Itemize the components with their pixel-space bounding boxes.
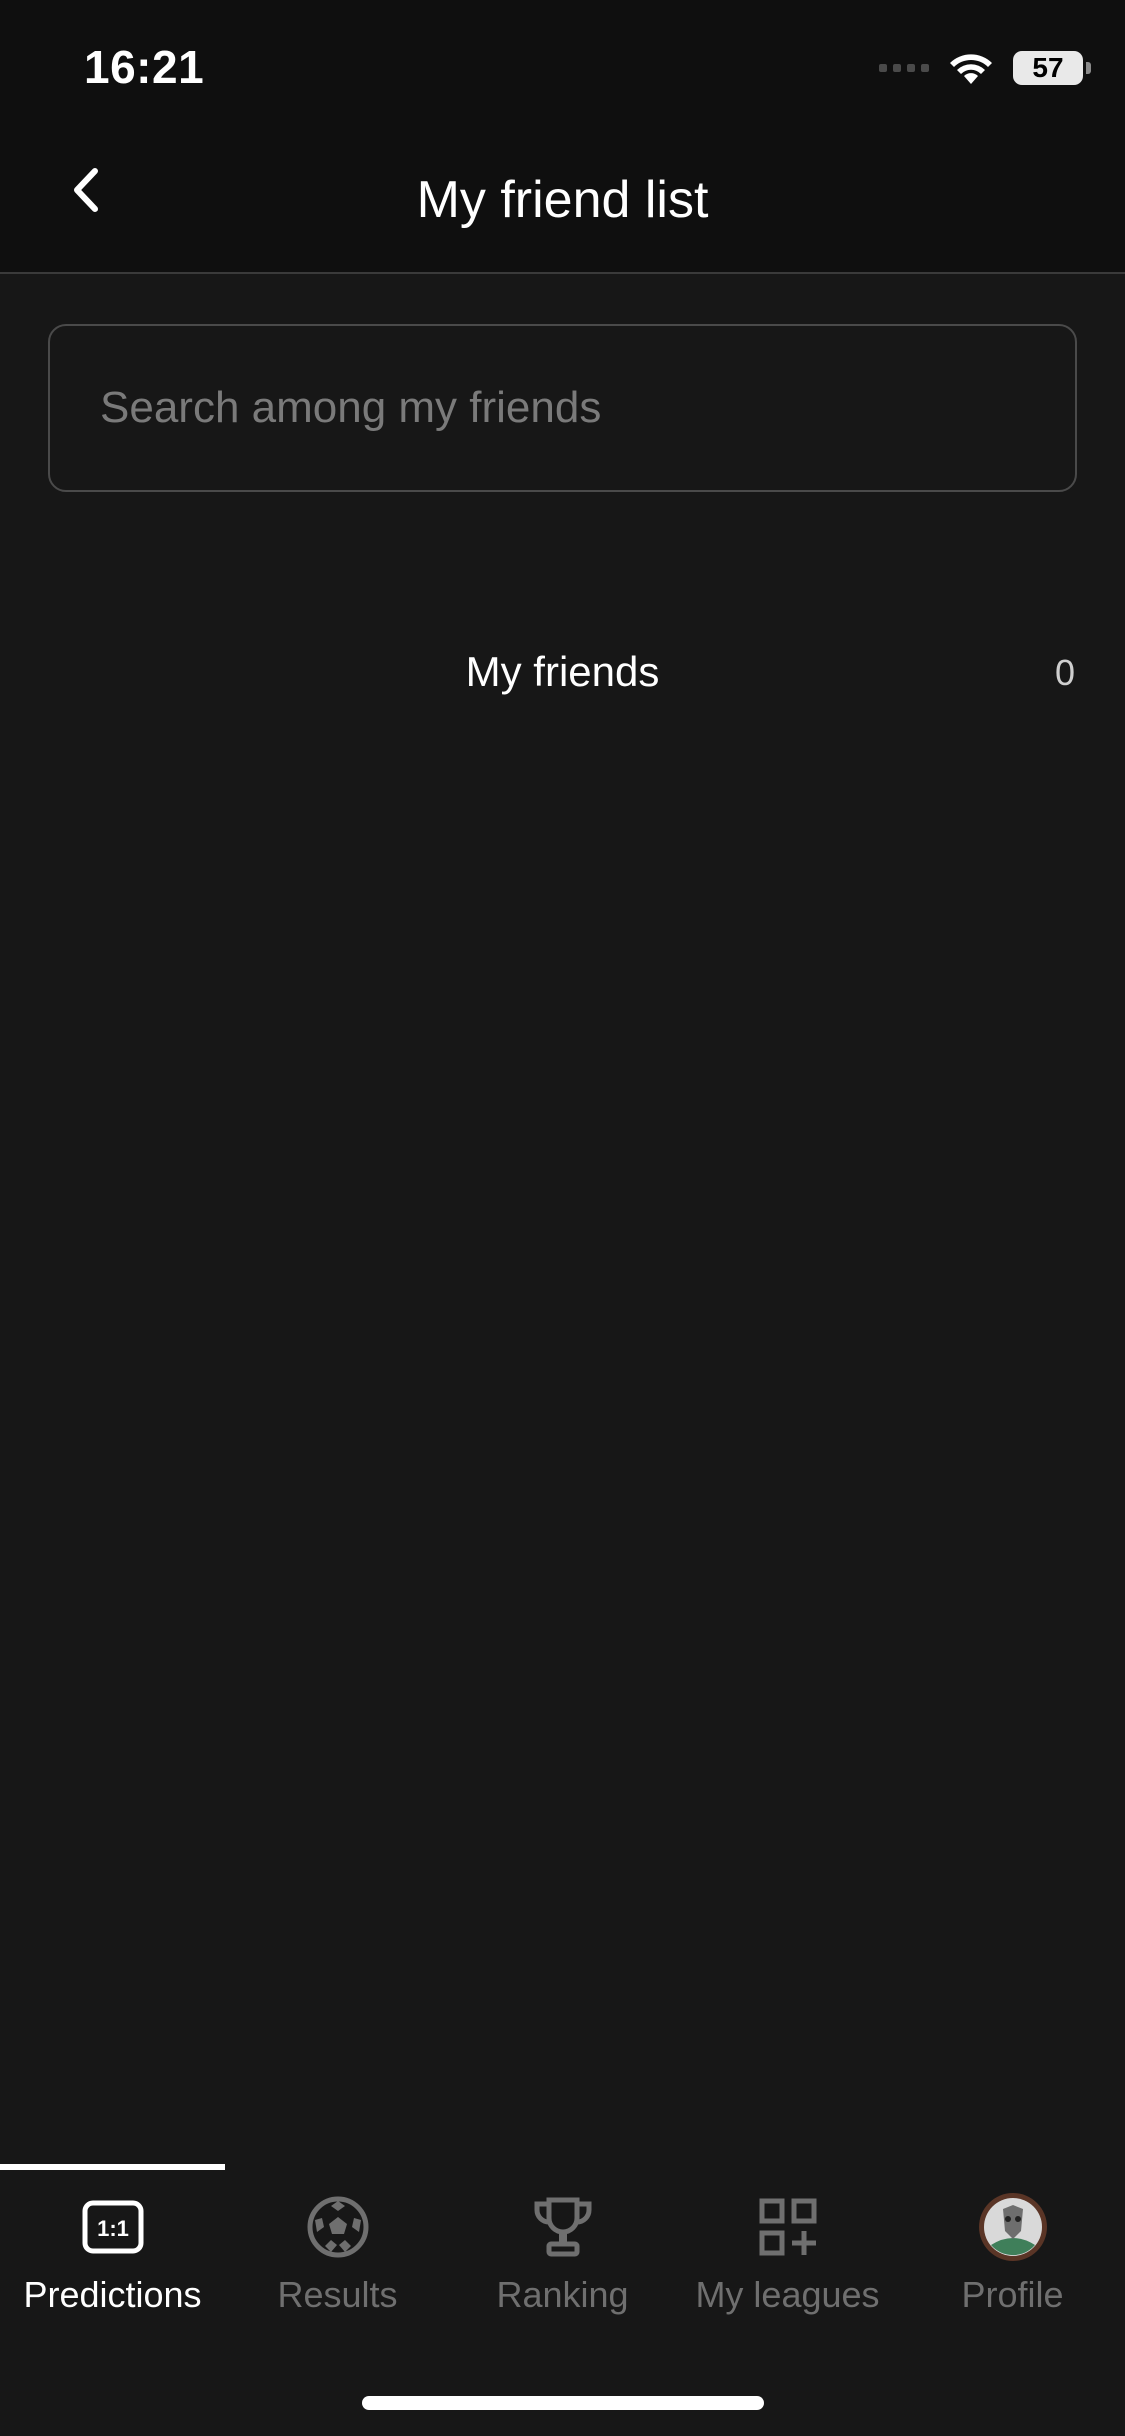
avatar-icon: [978, 2193, 1047, 2261]
svg-text:1:1: 1:1: [97, 2216, 129, 2241]
tab-profile[interactable]: Profile: [900, 2188, 1125, 2338]
battery-level: 57: [1032, 52, 1064, 83]
tab-predictions[interactable]: 1:1 Predictions: [0, 2188, 225, 2338]
trophy-icon: [534, 2197, 591, 2257]
tab-label: My leagues: [695, 2274, 880, 2315]
status-icons: 57: [879, 50, 1091, 86]
tab-label: Ranking: [496, 2274, 629, 2315]
tab-results[interactable]: Results: [225, 2188, 450, 2338]
wifi-icon: [950, 54, 992, 84]
score-1-1-icon: 1:1: [82, 2200, 143, 2254]
soccer-ball-icon: [307, 2196, 368, 2258]
battery-icon: 57: [1013, 51, 1091, 85]
cellular-signal-icon: [879, 64, 929, 72]
friends-count: 0: [1054, 652, 1075, 693]
screen: 16:21 57 My friend list My friends 0: [0, 0, 1125, 2436]
status-time: 16:21: [84, 41, 205, 93]
tab-label: Profile: [961, 2274, 1064, 2315]
home-indicator: [362, 2396, 764, 2410]
tab-label: Predictions: [23, 2274, 202, 2315]
top-bar: 16:21 57 My friend list: [0, 0, 1125, 274]
friends-section-header: My friends 0: [0, 640, 1125, 710]
page-title: My friend list: [416, 171, 709, 229]
active-tab-indicator: [0, 2164, 225, 2170]
tab-label: Results: [277, 2274, 398, 2315]
tab-my-leagues[interactable]: My leagues: [675, 2188, 900, 2338]
grid-plus-icon: [759, 2198, 816, 2256]
friends-label: My friends: [465, 648, 660, 695]
tab-ranking[interactable]: Ranking: [450, 2188, 675, 2338]
search-input[interactable]: [48, 324, 1077, 492]
